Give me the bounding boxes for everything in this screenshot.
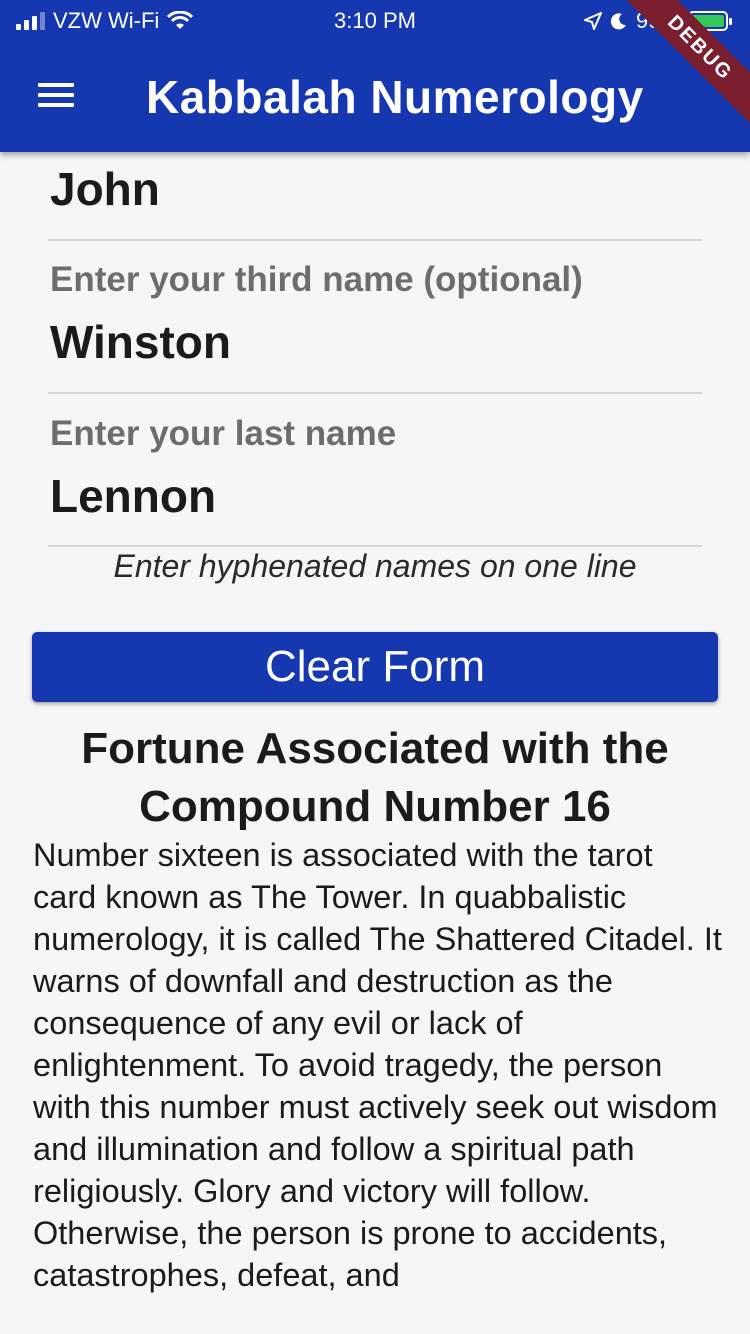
last-name-label: Enter your last name [50, 414, 397, 453]
fortune-title: Fortune Associated with the Compound Num… [81, 724, 669, 831]
location-arrow-icon [583, 12, 602, 30]
third-name-input[interactable]: Winston [50, 315, 231, 369]
third-name-divider [48, 392, 702, 394]
fortune-description: Number sixteen is associated with the ta… [33, 837, 722, 1293]
last-name-input[interactable]: Lennon [50, 469, 216, 523]
main-content: John Enter your third name (optional) Wi… [0, 152, 750, 1334]
last-name-divider [48, 545, 702, 547]
hyphen-hint: Enter hyphenated names on one line [113, 548, 637, 584]
page-title: Kabbalah Numerology [146, 71, 644, 123]
clear-form-button[interactable]: Clear Form [32, 632, 718, 702]
second-name-input[interactable]: John [50, 162, 160, 216]
hamburger-menu-icon[interactable] [38, 83, 74, 111]
third-name-label: Enter your third name (optional) [50, 260, 583, 299]
app-bar: VZW Wi-Fi 3:10 PM 99% Kabbalah Numerolog… [0, 0, 750, 152]
second-name-divider [48, 239, 702, 241]
moon-icon [610, 13, 626, 30]
